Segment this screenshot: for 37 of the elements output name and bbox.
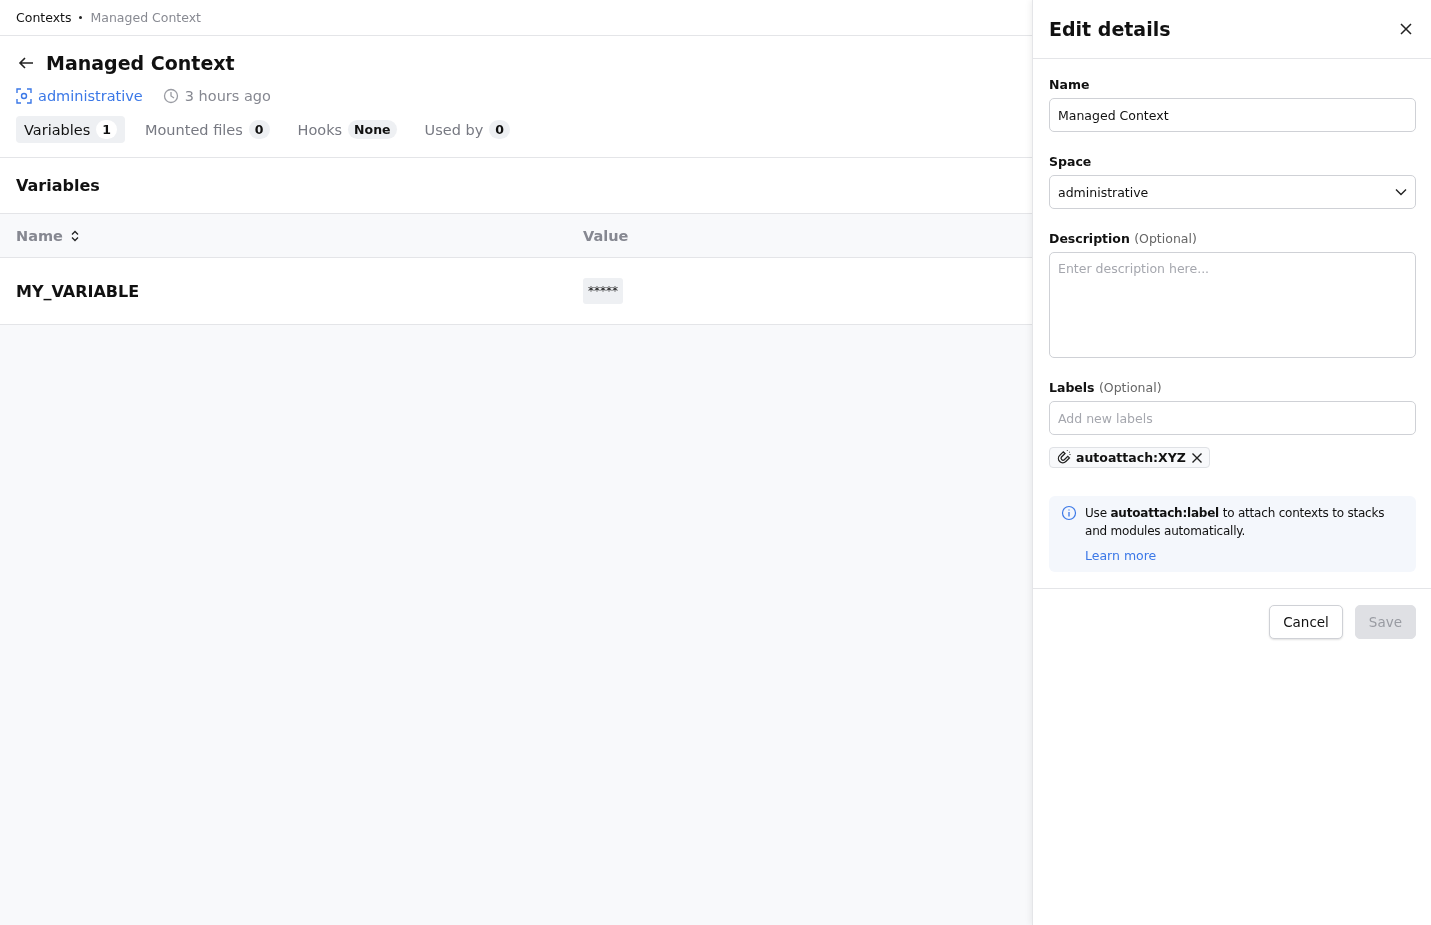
count-badge: 1: [96, 120, 117, 139]
masked-value: *****: [583, 278, 623, 304]
variable-name: MY_VARIABLE: [16, 281, 141, 301]
remove-icon[interactable]: [1190, 451, 1203, 464]
section-title: Variables: [0, 157, 1032, 213]
count-badge: 0: [248, 120, 270, 139]
tab[interactable]: Mounted files 0: [136, 116, 278, 143]
tab[interactable]: Used by 0: [416, 116, 518, 143]
description-input[interactable]: Enter description here...: [1049, 252, 1416, 358]
updated-time: 3 hours ago: [184, 88, 271, 104]
count-badge: None: [348, 120, 397, 139]
labels-input[interactable]: Add new labels: [1049, 401, 1416, 435]
info-text: Use autoattach:label to attach contexts to stacks and modules automatically.: [1085, 505, 1386, 540]
page-title: Managed Context: [46, 52, 235, 74]
breadcrumb-item: Managed Context: [90, 10, 201, 25]
action-button[interactable]: Cancel: [1269, 605, 1343, 639]
field-label: Name: [1049, 77, 1091, 92]
sort-icon[interactable]: [70, 229, 79, 242]
count-badge: 0: [489, 120, 510, 139]
label-tag: autoattach:XYZ: [1049, 447, 1210, 468]
tab[interactable]: Variables 1: [16, 116, 125, 143]
field-label: Description (Optional): [1049, 231, 1198, 246]
learn-more-link[interactable]: Learn more: [1085, 548, 1157, 563]
tab[interactable]: Hooks None: [289, 116, 405, 143]
chevron-down-icon[interactable]: [1395, 188, 1407, 196]
name-input[interactable]: Managed Context: [1049, 98, 1416, 132]
focus-frame-icon: [16, 88, 32, 104]
column-header: Value: [583, 227, 629, 244]
space-select[interactable]: administrative: [1049, 175, 1416, 209]
clock-icon: [162, 88, 179, 104]
breadcrumb-item[interactable]: Contexts: [16, 10, 72, 25]
panel-title: Edit details: [1049, 18, 1171, 40]
space-link[interactable]: administrative: [16, 88, 143, 104]
info-icon: [1061, 505, 1077, 521]
field-label: Space: [1049, 154, 1093, 169]
magnet-icon: [1056, 450, 1071, 465]
field-label: Labels (Optional): [1049, 380, 1163, 395]
